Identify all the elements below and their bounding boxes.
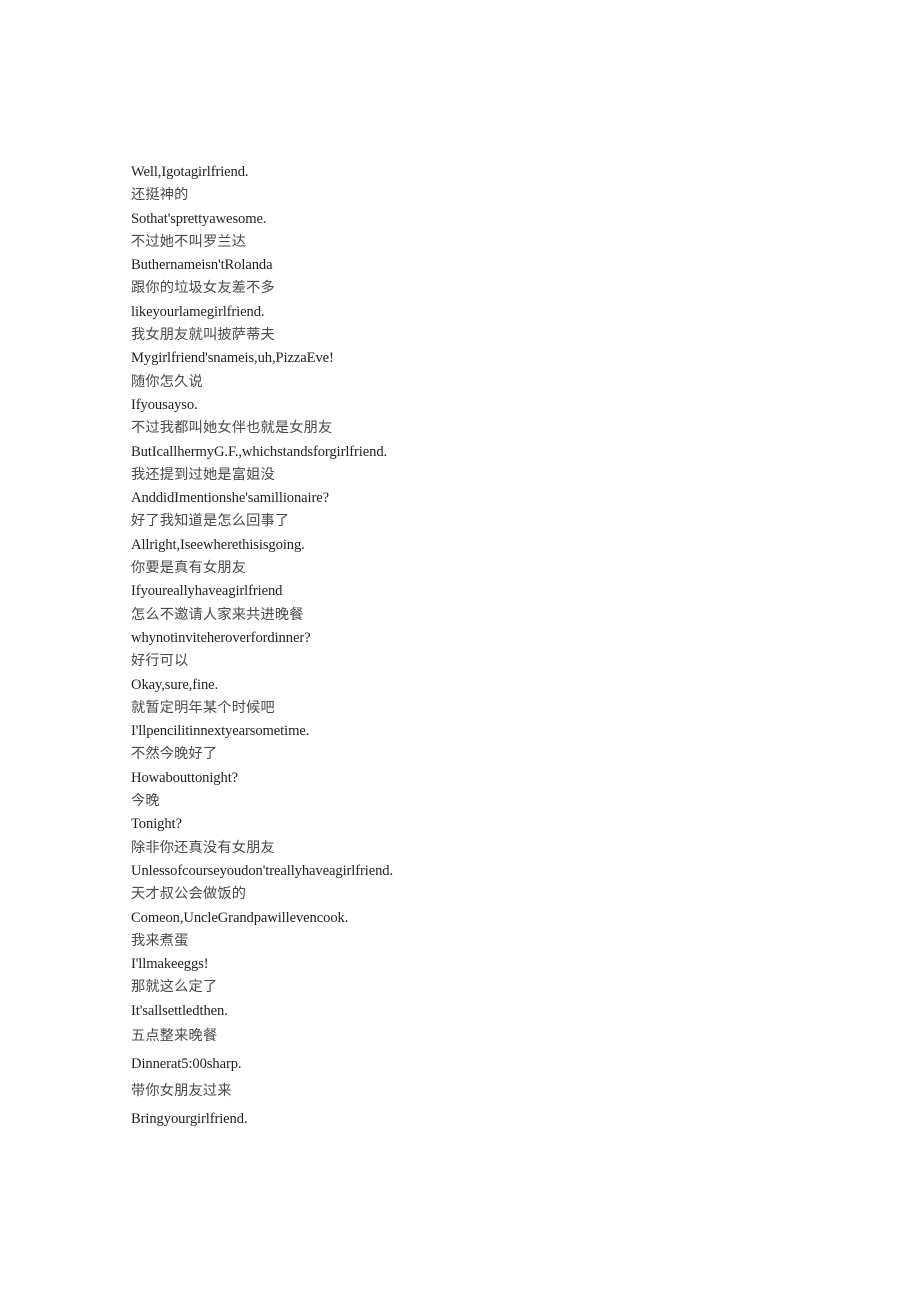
subtitle-line-chinese: 不然今晚好了: [131, 746, 218, 763]
subtitle-line-chinese: 今晚: [131, 793, 160, 810]
subtitle-line-english: Bringyourgirlfriend.: [131, 1110, 248, 1127]
subtitle-line-english: ButIcallhermyG.F.,whichstandsforgirlfrie…: [131, 443, 388, 460]
document-page: Well,Igotagirlfriend. 还挺神的 Sothat'sprettya…: [0, 0, 920, 1301]
subtitle-line-chinese: 除非你还真没有女朋友: [131, 839, 275, 856]
subtitle-line-english: Ifyousayso.: [131, 396, 198, 413]
subtitle-line-chinese: 就暂定明年某个时候吧: [131, 699, 275, 716]
subtitle-line-english: Buthernameisn'tRolanda: [131, 257, 273, 274]
subtitle-line-chinese: 五点整来晚餐: [131, 1027, 218, 1044]
subtitle-line-english: whynotinviteheroverfordinner?: [131, 629, 311, 646]
subtitle-line-chinese: 不过我都叫她女伴也就是女朋友: [131, 420, 333, 437]
subtitle-transcript: Well,Igotagirlfriend. 还挺神的 Sothat'sprettya…: [131, 161, 831, 1133]
subtitle-line-chinese: 天才叔公会做饭的: [131, 886, 247, 903]
subtitle-line-english: I'llpencilitinnextyearsometime.: [131, 723, 310, 740]
subtitle-line-chinese: 好行可以: [131, 653, 189, 670]
subtitle-line-chinese: 跟你的垃圾女友差不多: [131, 280, 275, 297]
subtitle-line-chinese: 怎么不邀请人家来共进晚餐: [131, 606, 304, 623]
subtitle-line-english: Sothat'sprettyawesome.: [131, 210, 267, 227]
subtitle-line-english: Allright,Iseewherethisisgoing.: [131, 536, 305, 553]
subtitle-line-english: Ifyoureallyhaveagirlfriend: [131, 583, 283, 600]
subtitle-line-english: It'sallsettledthen.: [131, 1002, 228, 1019]
subtitle-line-english: Dinnerat5:00sharp.: [131, 1055, 242, 1072]
subtitle-line-english: likeyourlamegirlfriend.: [131, 303, 265, 320]
subtitle-line-english: Well,Igotagirlfriend.: [131, 164, 249, 180]
subtitle-line-english: Okay,sure,fine.: [131, 676, 219, 693]
subtitle-line-english: AnddidImentionshe'samillionaire?: [131, 490, 330, 507]
subtitle-line-english: I'llmakeeggs!: [131, 956, 209, 973]
subtitle-line-chinese: 我还提到过她是富姐没: [131, 466, 275, 483]
subtitle-line-chinese: 不过她不叫罗兰达: [131, 233, 247, 250]
subtitle-line-chinese: 随你怎久说: [131, 373, 203, 390]
subtitle-line-chinese: 那就这么定了: [131, 979, 218, 996]
subtitle-line-chinese: 你要是真有女朋友: [131, 560, 247, 577]
subtitle-line-english: Tonight?: [131, 816, 182, 833]
subtitle-line-english: Unlessofcourseyoudon'treallyhaveagirlfri…: [131, 862, 394, 879]
subtitle-line-chinese: 我来煮蛋: [131, 932, 189, 949]
subtitle-line-english: Howabouttonight?: [131, 769, 239, 786]
subtitle-line-chinese: 还挺神的: [131, 187, 189, 204]
subtitle-line-chinese: 我女朋友就叫披萨蒂夫: [131, 327, 275, 344]
subtitle-line-english: Comeon,UncleGrandpawillevencook.: [131, 909, 349, 926]
subtitle-line-chinese: 带你女朋友过来: [131, 1083, 232, 1100]
subtitle-line-chinese: 好了我知道是怎么回事了: [131, 513, 290, 530]
subtitle-line-english: Mygirlfriend'snameis,uh,PizzaEve!: [131, 350, 334, 367]
